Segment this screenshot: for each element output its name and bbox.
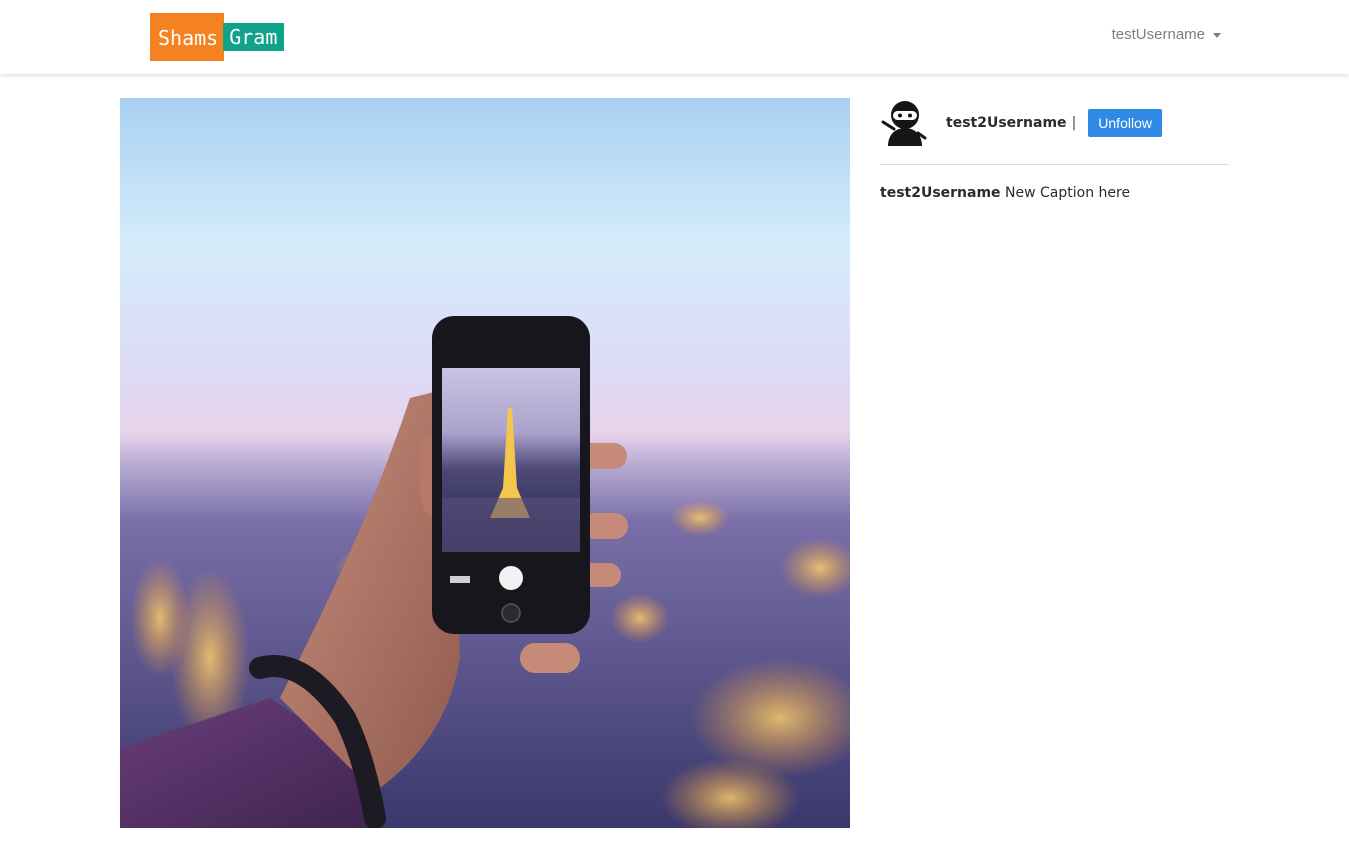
post-image [120, 98, 850, 828]
shamsgram-logo[interactable]: Shams Gram [150, 13, 285, 61]
top-navbar: Shams Gram testUsername [0, 0, 1349, 74]
current-username: testUsername [1111, 26, 1205, 43]
post-author-row: test2Username | Unfollow [880, 98, 1230, 148]
post-sidebar: test2Username | Unfollow test2Username N… [880, 98, 1230, 201]
post-caption: test2Username New Caption here [880, 185, 1230, 201]
chevron-down-icon [1213, 32, 1221, 38]
user-menu-dropdown[interactable]: testUsername [1112, 26, 1221, 43]
post-photo [120, 98, 850, 828]
post-author-username[interactable]: test2Username [946, 115, 1067, 131]
logo-part-shams: Shams [150, 13, 225, 61]
author-separator: | [1071, 115, 1077, 131]
caption-username[interactable]: test2Username [880, 185, 1001, 201]
caption-text: New Caption here [1005, 185, 1131, 201]
sidebar-divider [880, 164, 1229, 165]
ninja-avatar-icon[interactable] [880, 98, 930, 148]
unfollow-button[interactable]: Unfollow [1088, 109, 1162, 137]
logo-part-gram: Gram [223, 23, 285, 51]
